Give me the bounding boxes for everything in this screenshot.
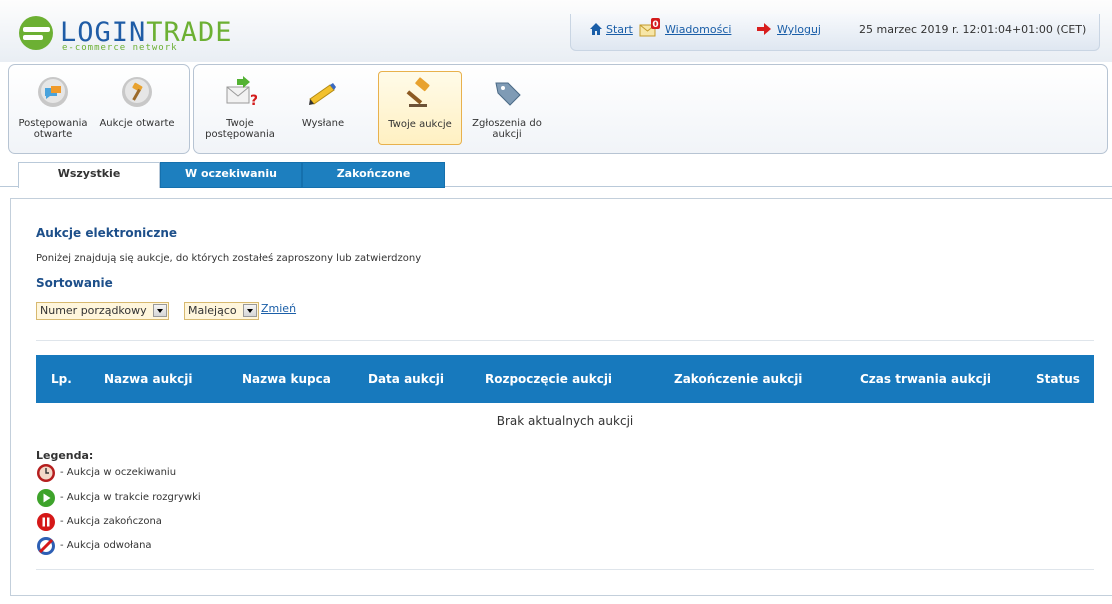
divider [36, 569, 1094, 570]
tool-auction-applications[interactable]: Zgłoszenia do aukcji [462, 65, 552, 153]
header: LOGINTRADE e-commerce network Start 0 Wi… [0, 0, 1112, 62]
current-datetime: 25 marzec 2019 r. 12:01:04+01:00 (CET) [859, 23, 1087, 36]
speech-bubble-icon [38, 77, 68, 107]
legend-label: - Aukcja odwołana [60, 540, 152, 551]
tool-open-auctions[interactable]: Aukcje otwarte [93, 65, 181, 153]
sort-order-value: Malejąco [188, 304, 237, 317]
change-sort-link[interactable]: Zmień [261, 302, 296, 315]
tool-label: Twoje postępowania [205, 118, 275, 140]
tool-sent[interactable]: Wysłane [288, 65, 358, 153]
gavel-bubble-icon [122, 77, 152, 107]
pause-icon [37, 513, 55, 531]
start-link[interactable]: Start [606, 23, 633, 36]
play-icon [37, 489, 55, 507]
sort-order-select[interactable]: Malejąco [184, 302, 259, 320]
empty-table-message: Brak aktualnych aukcji [496, 414, 634, 428]
tag-icon [495, 82, 521, 106]
logout-arrow-icon [757, 23, 771, 35]
logout-link[interactable]: Wyloguj [777, 23, 821, 36]
column-header-auction-end[interactable]: Zakończenie aukcji [674, 372, 802, 386]
pencil-icon [309, 83, 336, 105]
sort-field-value: Numer porządkowy [40, 304, 147, 317]
tool-label: Postępowania otwarte [18, 118, 88, 140]
top-navigation: Start 0 Wiadomości Wyloguj 25 marzec 201… [570, 14, 1100, 51]
envelope-question-icon: ? [226, 76, 257, 109]
legend-title: Legenda: [36, 449, 94, 462]
tab-all[interactable]: Wszystkie [18, 162, 160, 188]
column-header-auction-start[interactable]: Rozpoczęcie aukcji [485, 372, 612, 386]
tool-label: Zgłoszenia do aukcji [472, 118, 542, 140]
table-header: Lp. Nazwa aukcji Nazwa kupca Data aukcji… [36, 355, 1094, 403]
section-description: Poniżej znajdują się aukcje, do których … [36, 253, 422, 264]
tool-label: Twoje aukcje [388, 119, 452, 130]
divider [36, 340, 1094, 341]
column-header-duration[interactable]: Czas trwania aukcji [860, 372, 991, 386]
clock-icon [37, 464, 55, 482]
column-header-auction-date[interactable]: Data aukcji [368, 372, 444, 386]
toolbar-group-mine: ? Twoje postępowania Wysłane Twoje aukcj… [193, 64, 1108, 154]
chevron-down-icon [243, 304, 257, 317]
legend-label: - Aukcja w oczekiwaniu [60, 467, 177, 478]
chevron-down-icon [153, 304, 167, 317]
tab-finished[interactable]: Zakończone [302, 162, 445, 188]
tool-your-auctions[interactable]: Twoje aukcje [378, 71, 462, 145]
tool-label: Aukcje otwarte [99, 118, 175, 129]
legend-label: - Aukcja zakończona [60, 516, 162, 527]
messages-badge: 0 [652, 20, 658, 30]
sort-field-select[interactable]: Numer porządkowy [36, 302, 169, 320]
mail-icon: 0 [639, 18, 660, 37]
sort-title: Sortowanie [36, 276, 113, 290]
column-header-auction-name[interactable]: Nazwa aukcji [104, 372, 192, 386]
logo-icon [19, 16, 53, 50]
column-header-lp[interactable]: Lp. [51, 372, 72, 386]
gavel-icon [406, 77, 430, 107]
messages-link[interactable]: Wiadomości [665, 23, 731, 36]
home-icon [590, 23, 602, 35]
tab-pending[interactable]: W oczekiwaniu [160, 162, 302, 188]
tool-open-procedures[interactable]: Postępowania otwarte [11, 65, 95, 153]
toolbar-group-open: Postępowania otwarte Aukcje otwarte [8, 64, 190, 154]
svg-text:?: ? [250, 93, 257, 109]
section-title: Aukcje elektroniczne [36, 226, 178, 240]
cancelled-icon [37, 537, 55, 555]
column-header-buyer-name[interactable]: Nazwa kupca [242, 372, 331, 386]
tool-label: Wysłane [301, 118, 345, 129]
legend-label: - Aukcja w trakcie rozgrywki [60, 492, 201, 503]
tool-your-procedures[interactable]: ? Twoje postępowania [200, 65, 280, 153]
logo-tagline: e-commerce network [62, 43, 178, 53]
column-header-status[interactable]: Status [1036, 372, 1080, 386]
